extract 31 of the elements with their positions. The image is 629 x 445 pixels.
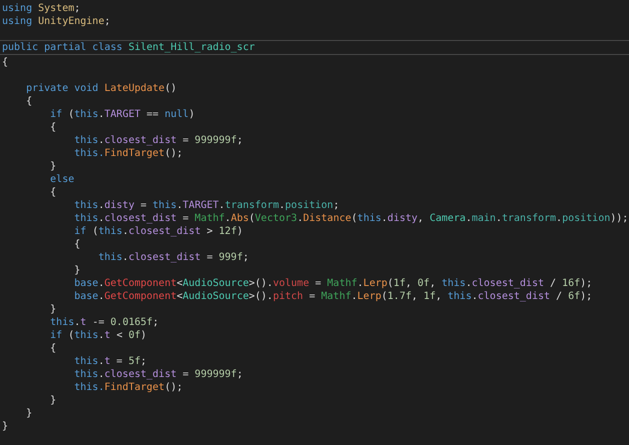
code-line: base.GetComponent<AudioSource>().pitch = Mathf.Lerp(1.7f, 1f, this.closest_dist / 6f); (73, 290, 594, 302)
code-line: public partial class Silent_Hill_radio_scr (0, 40, 629, 55)
code-line: { (1, 56, 10, 68)
code-line: if (this.closest_dist > 12f) (73, 225, 244, 237)
code-line: this.FindTarget(); (73, 381, 184, 393)
code-line: if (this.TARGET == null) (49, 108, 196, 120)
code-line: { (73, 238, 82, 250)
code-line: if (this.t < 0f) (49, 329, 148, 341)
code-line: { (49, 121, 58, 133)
code-line: } (49, 160, 58, 172)
code-line: this.t -= 0.0165f; (49, 316, 160, 328)
code-line: this.disty = this.TARGET.transform.position; (73, 199, 340, 211)
code-line: this.closest_dist = 999f; (97, 251, 250, 263)
code-line: this.FindTarget(); (73, 147, 184, 159)
code-line: } (25, 407, 34, 419)
code-line: else (49, 173, 76, 185)
code-line: { (25, 95, 34, 107)
code-line: base.GetComponent<AudioSource>().volume = Mathf.Lerp(1f, 0f, this.closest_dist / 16f); (73, 277, 594, 289)
code-line: this.closest_dist = Mathf.Abs(Vector3.Distance(this.disty, Camera.main.transform.position)); (73, 212, 629, 224)
code-line: this.closest_dist = 999999f; (73, 368, 244, 380)
code-line: } (1, 420, 10, 432)
code-line: } (73, 264, 82, 276)
code-line: using UnityEngine; (1, 15, 112, 27)
code-line: private void LateUpdate() (25, 82, 178, 94)
code-line: this.t = 5f; (73, 355, 148, 367)
code-line: this.closest_dist = 999999f; (73, 134, 244, 146)
code-line: } (49, 394, 58, 406)
code-line: { (49, 342, 58, 354)
code-line: { (49, 186, 58, 198)
code-line: } (49, 303, 58, 315)
code-line: using System; (1, 2, 82, 14)
